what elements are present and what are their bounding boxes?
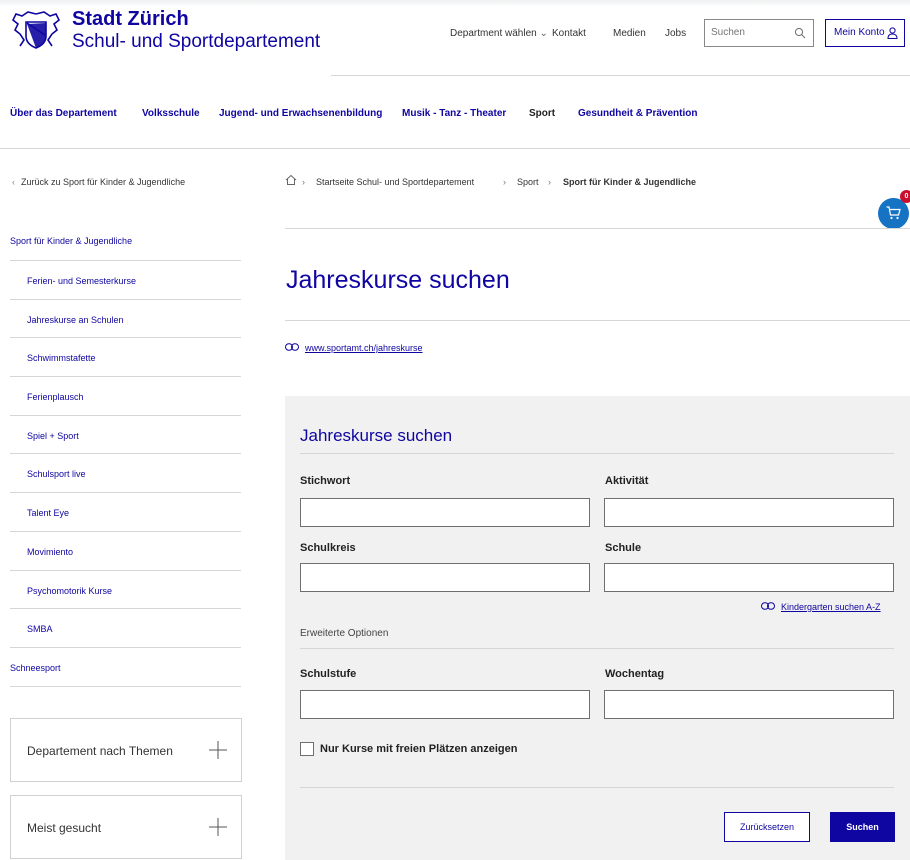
search-input[interactable] [711, 27, 791, 38]
sidebar-item-movimiento[interactable]: Movimiento [10, 532, 241, 571]
nav-item-adult-education[interactable]: Jugend- und Erwachsenenbildung [219, 108, 382, 119]
sidebar-list: Ferien- und Semesterkurse Jahreskurse an… [10, 260, 241, 687]
keyword-label: Stichwort [300, 475, 351, 487]
advanced-options-heading: Erweiterte Optionen [300, 628, 389, 639]
user-icon [887, 27, 898, 39]
city-crest-logo-icon[interactable] [10, 10, 62, 52]
weekday-select[interactable] [604, 690, 894, 719]
sidebar-item-spiel-sport[interactable]: Spiel + Sport [10, 416, 241, 455]
reset-button[interactable]: Zurücksetzen [724, 812, 810, 842]
department-select-label: Department wählen [450, 28, 537, 39]
breadcrumb-item-home[interactable]: Startseite Schul- und Sportdepartement [316, 177, 474, 187]
link-icon [761, 602, 775, 610]
school-district-label: Schulkreis [300, 542, 356, 554]
school-level-select[interactable] [300, 690, 590, 719]
contact-link[interactable]: Kontakt [552, 28, 586, 39]
nav-item-music-dance-theatre[interactable]: Musik - Tanz - Theater [402, 108, 506, 119]
form-title: Jahreskurse suchen [300, 426, 453, 445]
free-places-label[interactable]: Nur Kurse mit freien Plätzen anzeigen [320, 743, 517, 755]
cart-icon [886, 206, 901, 220]
sidebar-item-talent-eye[interactable]: Talent Eye [10, 493, 241, 532]
nav-item-sport[interactable]: Sport [529, 108, 555, 119]
sidebar-item-psychomotorik[interactable]: Psychomotorik Kurse [10, 571, 241, 610]
activity-label: Aktivität [605, 475, 649, 487]
school-label: Schule [605, 542, 642, 554]
top-shadow [0, 0, 910, 7]
kindergarten-link-label: Kindergarten suchen A-Z [781, 602, 881, 612]
sidebar-item-ferienplausch[interactable]: Ferienplausch [10, 377, 241, 416]
nav-item-health[interactable]: Gesundheit & Prävention [578, 108, 697, 119]
plus-icon [209, 818, 227, 836]
nav-divider [0, 148, 910, 149]
school-district-input[interactable] [300, 563, 590, 592]
back-link-label: Zurück zu Sport für Kinder & Jugendliche [21, 177, 186, 187]
sidebar-item-smba[interactable]: SMBA [10, 609, 241, 648]
sidebar-item-ferienkurse[interactable]: Ferien- und Semesterkurse [10, 261, 241, 300]
back-link[interactable]: ‹ Zurück zu Sport für Kinder & Jugendlich… [12, 177, 185, 187]
search-icon[interactable] [794, 26, 806, 44]
weekday-label: Wochentag [605, 668, 665, 680]
account-label: Mein Konto [834, 27, 885, 38]
breadcrumb-separator: › [302, 177, 305, 187]
account-button[interactable]: Mein Konto [825, 19, 905, 47]
brand-title[interactable]: Stadt Zürich [72, 8, 189, 31]
media-link[interactable]: Medien [613, 28, 646, 39]
nav-item-volksschule[interactable]: Volksschule [142, 108, 200, 119]
sidebar-item-schneesport[interactable]: Schneesport [10, 648, 241, 687]
accordion-most-searched-label: Meist gesucht [27, 821, 102, 835]
plus-icon [209, 741, 227, 759]
jobs-link[interactable]: Jobs [665, 28, 686, 39]
breadcrumb-item-sport[interactable]: Sport [517, 177, 539, 187]
accordion-themes-label: Departement nach Themen [27, 744, 173, 758]
breadcrumb-separator: › [503, 177, 506, 187]
search-button[interactable]: Suchen [830, 812, 895, 842]
cart-count-badge: 0 [900, 190, 910, 203]
accordion-most-searched[interactable]: Meist gesucht [10, 795, 242, 859]
form-footer-divider [300, 787, 894, 788]
link-icon [285, 343, 299, 351]
keyword-input[interactable] [300, 498, 590, 527]
sidebar-item-schwimmstafette[interactable]: Schwimmstafette [10, 338, 241, 378]
form-title-divider [300, 453, 894, 454]
title-divider [285, 320, 910, 321]
nav-item-department[interactable]: Über das Departement [10, 108, 117, 119]
school-input[interactable] [604, 563, 894, 592]
brand-subtitle[interactable]: Schul- und Sportdepartement [72, 31, 320, 53]
free-places-checkbox[interactable] [300, 742, 314, 756]
home-icon[interactable] [285, 174, 297, 188]
activity-input[interactable] [604, 498, 894, 527]
sidebar-item-jahreskurse[interactable]: Jahreskurse an Schulen [10, 300, 241, 339]
chevron-left-icon: ‹ [12, 177, 15, 187]
page-title: Jahreskurse suchen [286, 266, 510, 294]
sidebar-section-title[interactable]: Sport für Kinder & Jugendliche [10, 236, 132, 246]
external-link-label: www.sportamt.ch/jahreskurse [305, 343, 423, 353]
header-search[interactable] [704, 19, 814, 47]
advanced-divider [300, 648, 894, 649]
kindergarten-link[interactable]: Kindergarten suchen A-Z [761, 602, 881, 612]
department-select[interactable]: Department wählen ⌄ [450, 28, 548, 39]
header-divider [331, 75, 910, 76]
school-level-label: Schulstufe [300, 668, 357, 680]
accordion-themes[interactable]: Departement nach Themen [10, 718, 242, 782]
sidebar-item-schulsport-live[interactable]: Schulsport live [10, 454, 241, 494]
breadcrumb-divider [285, 228, 910, 229]
breadcrumb-separator: › [548, 177, 551, 187]
external-link[interactable]: www.sportamt.ch/jahreskurse [285, 343, 423, 353]
breadcrumb-item-current: Sport für Kinder & Jugendliche [563, 177, 697, 187]
chevron-down-icon: ⌄ [539, 28, 548, 39]
